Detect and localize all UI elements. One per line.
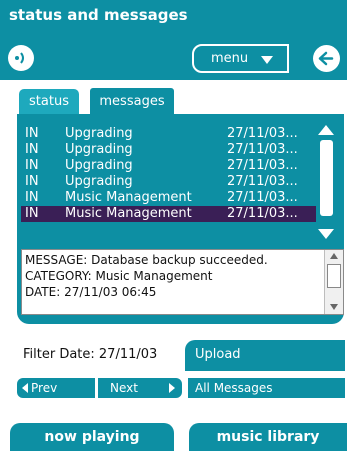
triangle-left-icon [22, 383, 28, 393]
list-item[interactable]: IN Upgrading 27/11/03... [21, 142, 316, 158]
menu-button[interactable]: menu [192, 44, 289, 73]
message-detail[interactable]: MESSAGE: Database backup succeeded. CATE… [21, 249, 344, 315]
all-messages-button[interactable]: All Messages [188, 378, 345, 398]
detail-scroll-thumb[interactable] [327, 264, 341, 288]
detail-message: MESSAGE: Database backup succeeded. [25, 253, 268, 267]
message-type: IN [25, 190, 39, 205]
message-subject: Upgrading [65, 158, 133, 173]
speaker-icon [15, 52, 24, 64]
message-subject: Music Management [65, 206, 192, 221]
window-title: status and messages [9, 6, 188, 24]
next-label: Next [110, 381, 138, 395]
scroll-up-arrow-icon[interactable] [318, 125, 334, 135]
message-type: IN [25, 142, 39, 157]
message-date: 27/11/03... [227, 142, 298, 157]
music-library-button[interactable]: music library [189, 423, 347, 451]
back-button[interactable] [313, 45, 340, 72]
tab-status[interactable]: status [19, 89, 79, 114]
menu-label: menu [211, 51, 249, 66]
upload-button[interactable]: Upload [185, 340, 345, 371]
message-subject: Upgrading [65, 174, 133, 189]
message-type: IN [25, 158, 39, 173]
list-item[interactable]: IN Music Management 27/11/03... [21, 190, 316, 206]
prev-label: Prev [31, 381, 58, 395]
list-scrollbar-thumb[interactable] [320, 140, 333, 216]
detail-scrollbar[interactable] [324, 250, 343, 314]
detail-date: DATE: 27/11/03 06:45 [25, 285, 157, 299]
all-messages-label: All Messages [195, 381, 273, 395]
list-item[interactable]: IN Upgrading 27/11/03... [21, 126, 316, 142]
control-bar [0, 33, 347, 80]
message-subject: Music Management [65, 190, 192, 205]
triangle-right-icon [169, 383, 175, 393]
message-date: 27/11/03... [227, 126, 298, 141]
list-item[interactable]: IN Upgrading 27/11/03... [21, 158, 316, 174]
message-date: 27/11/03... [227, 190, 298, 205]
message-date: 27/11/03... [227, 206, 298, 221]
message-type: IN [25, 206, 39, 221]
detail-scroll-up-icon[interactable] [330, 253, 338, 259]
list-item[interactable]: IN Upgrading 27/11/03... [21, 174, 316, 190]
message-date: 27/11/03... [227, 158, 298, 173]
back-arrow-icon [318, 51, 334, 66]
message-type: IN [25, 126, 39, 141]
detail-scroll-down-icon[interactable] [330, 304, 338, 310]
message-subject: Upgrading [65, 126, 133, 141]
message-date: 27/11/03... [227, 174, 298, 189]
speaker-button[interactable] [8, 45, 34, 71]
tab-messages[interactable]: messages [88, 86, 176, 116]
message-type: IN [25, 174, 39, 189]
message-list[interactable]: IN Upgrading 27/11/03... IN Upgrading 27… [21, 126, 316, 248]
message-subject: Upgrading [65, 142, 133, 157]
detail-category: CATEGORY: Music Management [25, 269, 213, 283]
now-playing-button[interactable]: now playing [10, 423, 174, 451]
prev-button[interactable]: Prev [17, 378, 95, 398]
filter-date-label: Filter Date: 27/11/03 [23, 347, 158, 362]
next-button[interactable]: Next [98, 378, 182, 398]
list-item-selected[interactable]: IN Music Management 27/11/03... [21, 206, 316, 222]
chevron-down-icon [261, 56, 273, 64]
scroll-down-arrow-icon[interactable] [318, 229, 334, 239]
upload-label: Upload [195, 347, 241, 362]
